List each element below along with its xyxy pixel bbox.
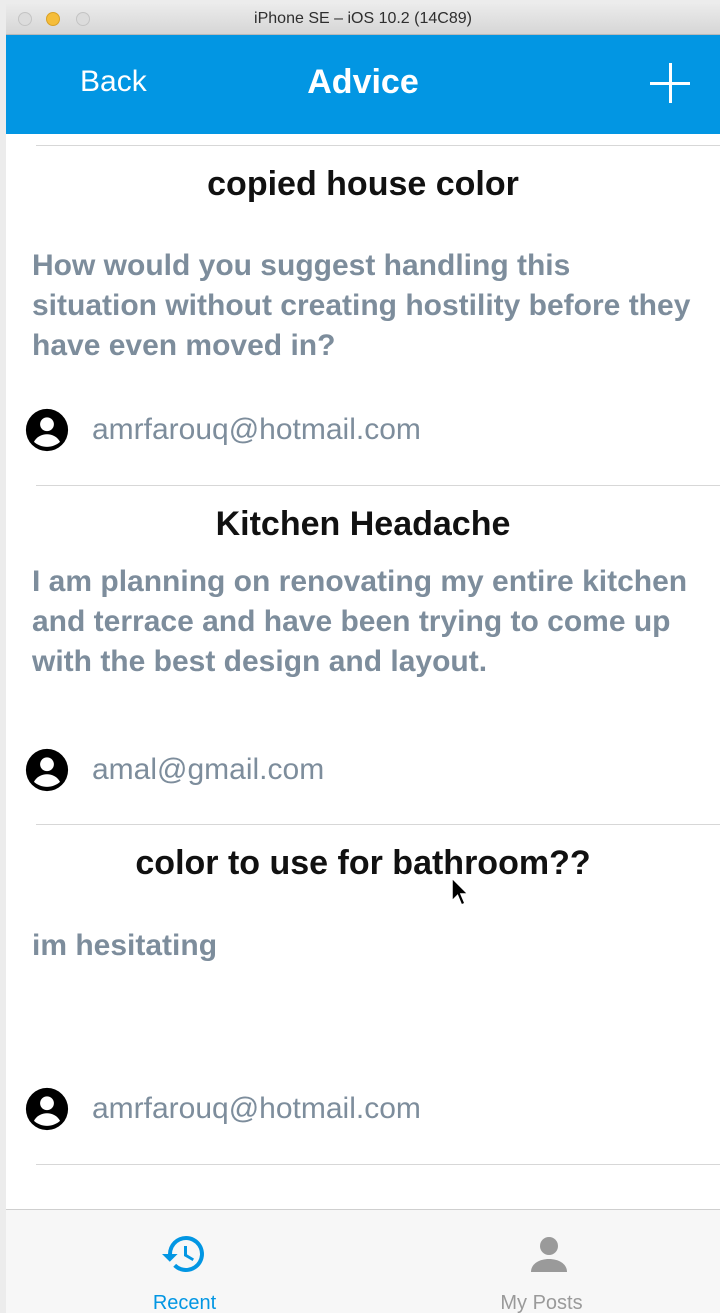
account-circle-icon [25, 748, 69, 792]
history-icon [162, 1236, 204, 1272]
account-circle-icon [25, 1087, 69, 1131]
tab-label: My Posts [500, 1292, 583, 1313]
post-body: I am planning on renovating my entire ki… [32, 565, 688, 678]
post-title: copied house color [207, 165, 519, 203]
tab-bar: Recent My Posts [6, 1209, 720, 1313]
simulator-window: iPhone SE – iOS 10.2 (14C89) Back Advice… [0, 0, 720, 1313]
author-email: amrfarouq@hotmail.com [92, 1092, 421, 1125]
divider [36, 1164, 720, 1165]
post-body: How would you suggest handling this situ… [32, 249, 691, 362]
navigation-bar: Back Advice [6, 35, 720, 134]
window-title: iPhone SE – iOS 10.2 (14C89) [254, 10, 472, 27]
divider [36, 145, 720, 146]
post-body: im hesitating [32, 929, 218, 962]
plus-icon[interactable] [650, 63, 690, 103]
window-title-bar: iPhone SE – iOS 10.2 (14C89) [6, 4, 720, 35]
mouse-cursor-icon [451, 877, 470, 906]
page-title: Advice [307, 63, 419, 101]
account-circle-icon [25, 408, 69, 452]
device-screen: Back Advice copied house color How would… [6, 35, 720, 1313]
tab-label: Recent [152, 1292, 217, 1313]
tab-my-posts[interactable]: My Posts [363, 1210, 720, 1313]
author-email: amrfarouq@hotmail.com [92, 413, 421, 446]
post-title: color to use for bathroom?? [135, 844, 591, 882]
person-icon [531, 1237, 567, 1272]
divider [36, 824, 720, 825]
post-title: Kitchen Headache [215, 505, 511, 543]
author-email: amal@gmail.com [92, 753, 325, 786]
divider [36, 485, 720, 486]
tab-recent[interactable]: Recent [6, 1210, 363, 1313]
